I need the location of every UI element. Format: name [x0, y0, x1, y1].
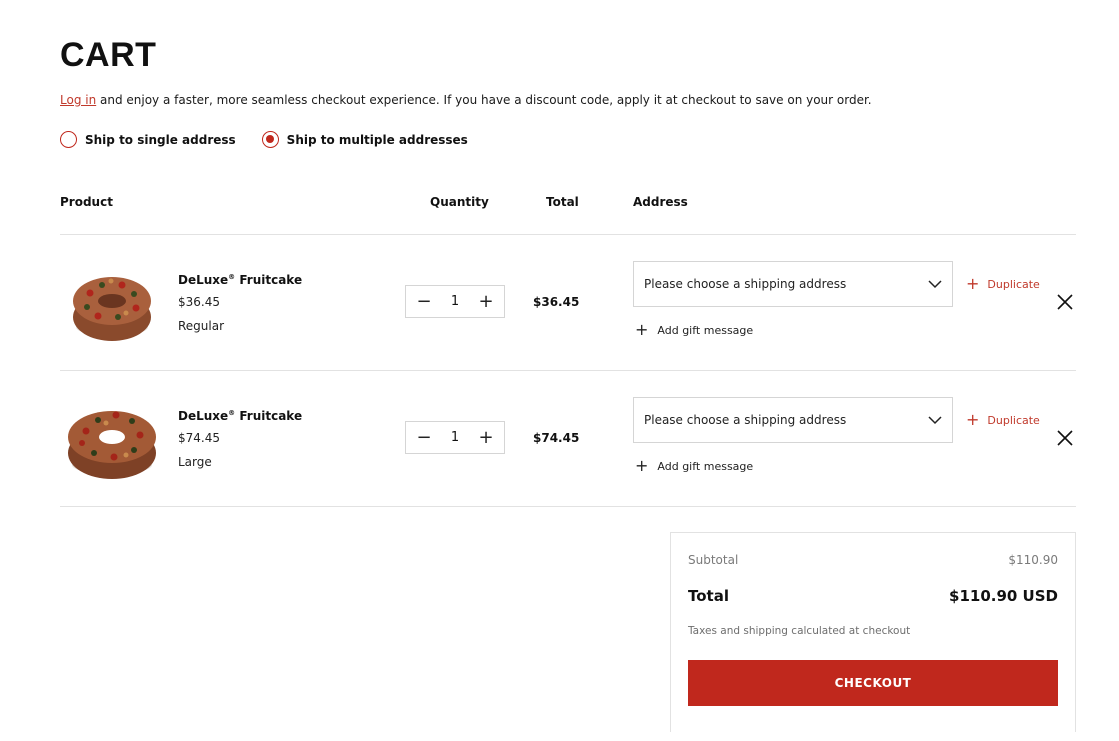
tax-note: Taxes and shipping calculated at checkou…: [688, 625, 911, 637]
decrease-button[interactable]: −: [416, 428, 432, 447]
plus-icon: +: [966, 274, 980, 293]
plus-icon: +: [635, 456, 649, 475]
header-product: Product: [60, 195, 113, 209]
product-price: $74.45: [178, 431, 220, 445]
fruitcake-regular-image: [73, 277, 151, 341]
cart-row: DeLuxe® Fruitcake $74.45 Large − 1 + $74…: [0, 370, 1119, 506]
chevron-down-icon: [928, 415, 942, 424]
ship-single-label: Ship to single address: [85, 132, 236, 147]
address-placeholder: Please choose a shipping address: [644, 277, 847, 291]
login-link[interactable]: Log in: [60, 93, 96, 107]
page-title: CART: [60, 36, 157, 74]
cart-page: CART Log in and enjoy a faster, more sea…: [0, 0, 1119, 741]
row-total: $36.45: [533, 295, 580, 309]
total-label: Total: [688, 587, 729, 605]
row-total: $74.45: [533, 431, 580, 445]
intro-message: and enjoy a faster, more seamless checko…: [96, 93, 872, 107]
quantity-value[interactable]: 1: [451, 294, 459, 309]
add-gift-message-button[interactable]: + Add gift message: [635, 320, 754, 339]
ship-single-option[interactable]: Ship to single address: [60, 131, 236, 148]
header-total: Total: [546, 195, 579, 209]
plus-icon: +: [966, 410, 980, 429]
duplicate-button[interactable]: + Duplicate: [966, 274, 1040, 293]
fruitcake-large-image: [68, 411, 156, 479]
cart-row: DeLuxe® Fruitcake $36.45 Regular − 1 + $…: [0, 234, 1119, 370]
intro-text: Log in and enjoy a faster, more seamless…: [60, 93, 872, 107]
gift-label: Add gift message: [657, 323, 754, 337]
product-variant: Regular: [178, 319, 225, 333]
increase-button[interactable]: +: [478, 292, 494, 311]
total-value: $110.90 USD: [949, 587, 1058, 605]
close-icon[interactable]: [1056, 293, 1074, 311]
ship-multiple-radio[interactable]: [261, 131, 279, 148]
duplicate-label: Duplicate: [987, 413, 1040, 427]
duplicate-label: Duplicate: [987, 277, 1040, 291]
subtotal-value: $110.90: [1008, 553, 1058, 567]
ship-multiple-label: Ship to multiple addresses: [286, 132, 468, 147]
product-variant: Large: [178, 455, 212, 469]
gift-label: Add gift message: [657, 459, 754, 473]
address-select[interactable]: Please choose a shipping address: [633, 261, 953, 307]
header-quantity: Quantity: [430, 195, 489, 209]
address-select[interactable]: Please choose a shipping address: [633, 397, 953, 443]
chevron-down-icon: [928, 279, 942, 288]
decrease-button[interactable]: −: [416, 292, 432, 311]
plus-icon: +: [635, 320, 649, 339]
duplicate-button[interactable]: + Duplicate: [966, 410, 1040, 429]
product-name[interactable]: DeLuxe® Fruitcake: [178, 409, 302, 423]
order-summary: Subtotal $110.90 Total $110.90 USD Taxes…: [670, 532, 1076, 732]
product-price: $36.45: [178, 295, 220, 309]
subtotal-label: Subtotal: [688, 553, 739, 567]
shipping-mode-group: Ship to single address Ship to multiple …: [60, 131, 494, 148]
quantity-stepper: − 1 +: [405, 285, 505, 318]
ship-single-radio[interactable]: [60, 131, 77, 148]
close-icon[interactable]: [1056, 429, 1074, 447]
row-divider: [60, 506, 1076, 507]
add-gift-message-button[interactable]: + Add gift message: [635, 456, 754, 475]
header-address: Address: [633, 195, 688, 209]
address-placeholder: Please choose a shipping address: [644, 413, 847, 427]
increase-button[interactable]: +: [478, 428, 494, 447]
checkout-button[interactable]: CHECKOUT: [688, 660, 1058, 706]
product-name[interactable]: DeLuxe® Fruitcake: [178, 273, 302, 287]
quantity-value[interactable]: 1: [451, 430, 459, 445]
quantity-stepper: − 1 +: [405, 421, 505, 454]
ship-multiple-option[interactable]: Ship to multiple addresses: [261, 131, 468, 148]
